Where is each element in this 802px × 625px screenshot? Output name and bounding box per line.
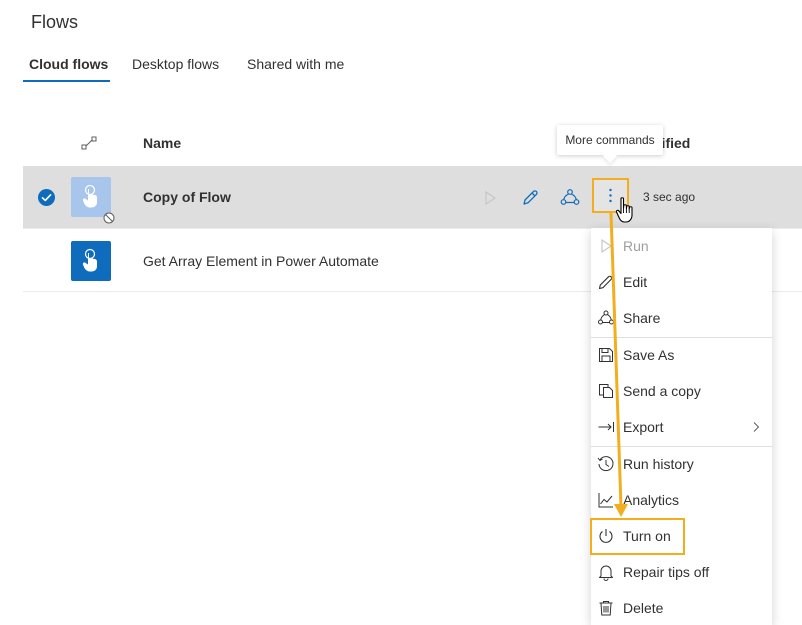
context-menu: Run Edit Share Save As Send a copy Expor…: [591, 228, 772, 625]
tooltip-text: More commands: [565, 133, 655, 147]
turned-off-badge-icon: [103, 212, 115, 224]
share-icon: [598, 310, 614, 325]
save-as-icon: [599, 348, 613, 362]
flow-icon: [71, 177, 111, 217]
menu-item-edit[interactable]: Edit: [591, 264, 772, 300]
menu-item-label: Export: [623, 419, 664, 435]
turn-on-highlight-box: [590, 518, 685, 555]
run-icon[interactable]: [479, 187, 501, 209]
trash-icon: [599, 601, 613, 616]
connector-icon[interactable]: [81, 136, 97, 150]
modified-time: 3 sec ago: [643, 190, 696, 204]
row-checkbox[interactable]: [38, 189, 55, 206]
chevron-right-icon: [753, 422, 760, 432]
table-row[interactable]: Copy of Flow 3 sec ago: [23, 166, 802, 229]
tab-desktop-flows[interactable]: Desktop flows: [132, 56, 219, 72]
page-title: Flows: [31, 12, 79, 32]
copy-icon: [599, 384, 613, 398]
menu-item-label: Save As: [623, 347, 675, 363]
tooltip: More commands: [557, 125, 663, 164]
menu-item-save-as[interactable]: Save As: [591, 337, 772, 373]
menu-item-label: Run history: [623, 456, 694, 472]
play-icon: [601, 239, 612, 253]
share-icon[interactable]: [559, 187, 581, 209]
tab-active-underline: [23, 80, 110, 82]
analytics-icon: [598, 493, 613, 508]
bell-icon: [599, 565, 613, 581]
column-header-name[interactable]: Name: [143, 135, 181, 151]
tab-shared-with-me[interactable]: Shared with me: [247, 56, 344, 72]
menu-item-delete[interactable]: Delete: [591, 590, 772, 625]
flow-icon: [71, 241, 111, 281]
tab-cloud-flows[interactable]: Cloud flows: [29, 56, 108, 72]
checkmark-icon: [41, 194, 52, 202]
flow-name[interactable]: Copy of Flow: [143, 189, 231, 205]
menu-item-label: Delete: [623, 600, 664, 616]
export-icon: [598, 422, 614, 432]
menu-item-label: Analytics: [623, 492, 680, 508]
menu-item-run[interactable]: Run: [591, 228, 772, 264]
history-icon: [597, 456, 614, 472]
menu-item-label: Repair tips off: [623, 564, 710, 580]
menu-item-label: Run: [623, 238, 649, 254]
menu-item-label: Edit: [623, 274, 648, 290]
menu-item-label: Share: [623, 310, 661, 326]
edit-pencil-icon[interactable]: [519, 187, 541, 209]
hand-cursor-icon: [615, 197, 633, 223]
menu-item-send-a-copy[interactable]: Send a copy: [591, 373, 772, 409]
table-header: Name dified: [23, 127, 802, 159]
menu-item-repair-tips-off[interactable]: Repair tips off: [591, 554, 772, 590]
tooltip-beak: [602, 148, 618, 164]
touch-trigger-icon: [82, 248, 97, 272]
menu-item-run-history[interactable]: Run history: [591, 446, 772, 482]
touch-trigger-icon: [82, 184, 97, 208]
menu-item-label: Send a copy: [623, 383, 701, 399]
menu-item-export[interactable]: Export: [591, 409, 772, 445]
menu-item-analytics[interactable]: Analytics: [591, 482, 772, 518]
pencil-icon: [598, 275, 613, 290]
flow-name[interactable]: Get Array Element in Power Automate: [143, 253, 379, 269]
menu-item-share[interactable]: Share: [591, 300, 772, 336]
